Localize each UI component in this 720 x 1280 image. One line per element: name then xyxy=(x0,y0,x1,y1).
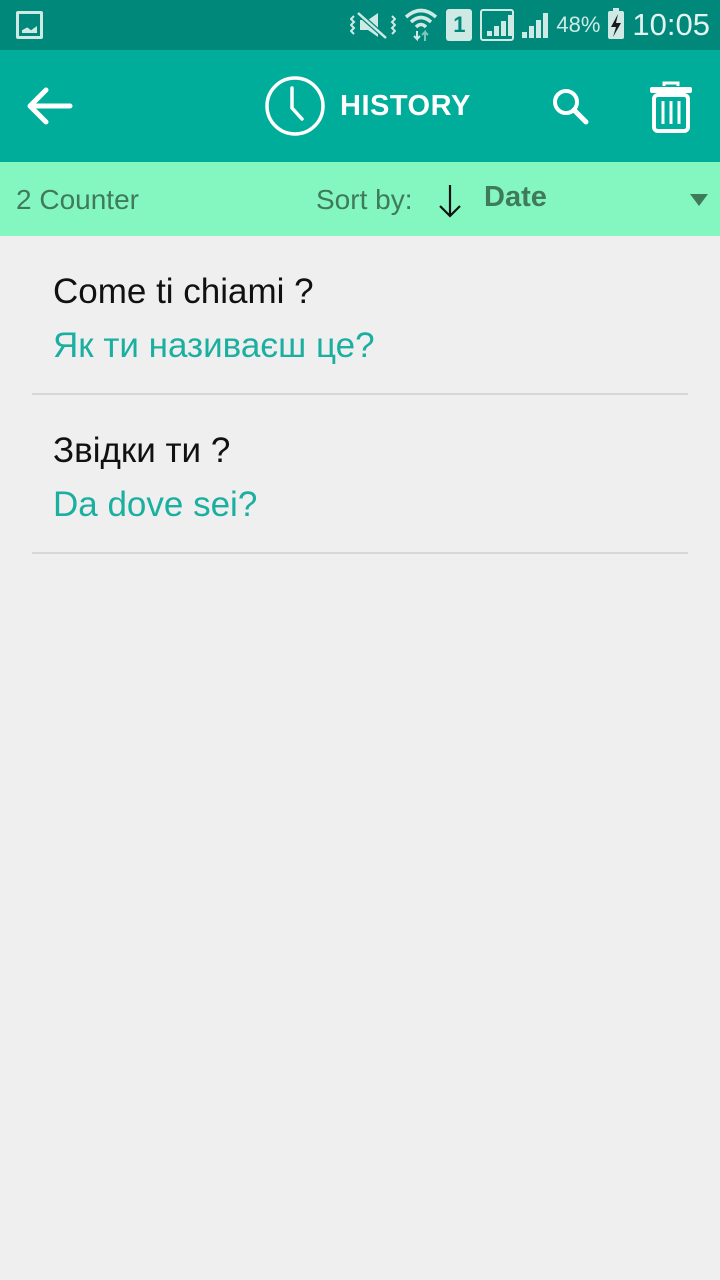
source-text: Звідки ти ? xyxy=(53,431,231,470)
source-text: Come ti chiami ? xyxy=(53,272,314,311)
sort-label: Sort by: xyxy=(316,184,413,215)
divider xyxy=(32,552,688,554)
clock-icon xyxy=(265,76,325,136)
sort-bar: 2 Counter Sort by: Date xyxy=(0,162,720,236)
translation-text: Як ти називаєш це? xyxy=(53,326,375,365)
clock-time: 10:05 xyxy=(632,7,710,42)
gallery-notification-icon xyxy=(16,11,43,39)
history-list: Come ti chiami ? Як ти називаєш це? Звід… xyxy=(0,236,720,554)
signal-sim1-icon xyxy=(480,9,515,41)
search-icon xyxy=(553,89,589,125)
back-button[interactable] xyxy=(22,82,74,130)
arrow-left-icon xyxy=(27,87,73,125)
sort-select[interactable]: Date xyxy=(484,181,547,214)
vibrate-mute-icon xyxy=(350,11,397,40)
battery-charging-icon xyxy=(608,8,625,39)
app-bar: HISTORY xyxy=(0,50,720,162)
sim-1-icon: 1 xyxy=(446,9,473,41)
trash-icon xyxy=(650,81,692,133)
history-counter: 2 Counter xyxy=(16,184,139,215)
signal-sim2-icon xyxy=(522,12,549,38)
search-button[interactable] xyxy=(548,84,594,130)
status-icons: 1 48% 10:05 xyxy=(350,0,710,50)
battery-percent: 48% xyxy=(556,12,601,37)
arrow-down-icon[interactable] xyxy=(436,182,464,220)
caret-down-icon[interactable] xyxy=(690,194,708,206)
title-group: HISTORY xyxy=(264,74,471,138)
translation-text: Da dove sei? xyxy=(53,485,258,524)
page-title: HISTORY xyxy=(340,89,471,122)
delete-all-button[interactable] xyxy=(646,80,696,134)
list-item[interactable]: Звідки ти ? Da dove sei? xyxy=(0,395,720,554)
status-bar: 1 48% 10:05 xyxy=(0,0,720,50)
list-item[interactable]: Come ti chiami ? Як ти називаєш це? xyxy=(0,236,720,395)
wifi-icon xyxy=(405,8,438,42)
